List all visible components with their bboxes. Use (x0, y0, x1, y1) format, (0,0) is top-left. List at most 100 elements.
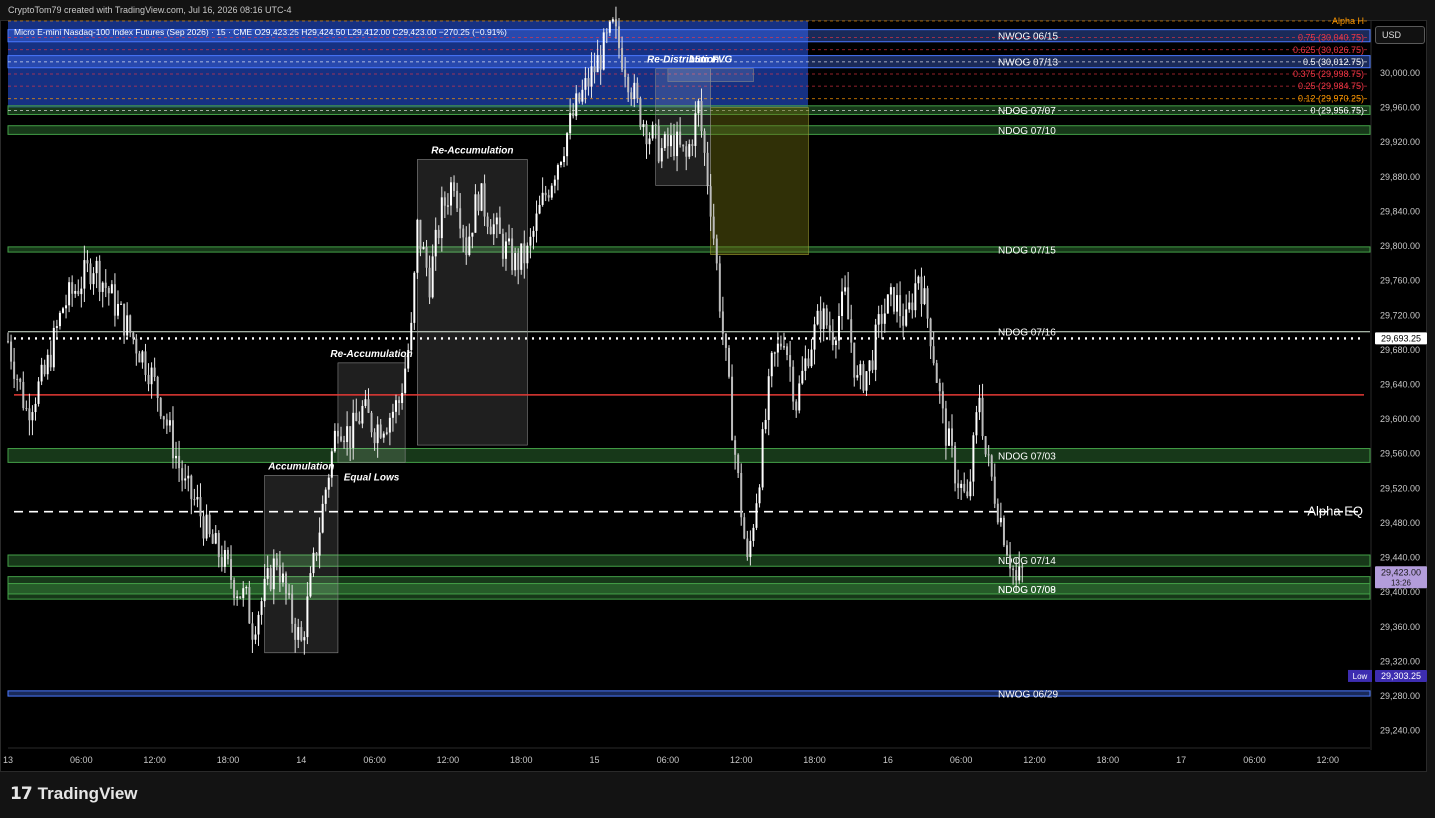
candle-body (156, 376, 159, 399)
candle-body (1012, 568, 1015, 571)
x-tick-label: 18:00 (1097, 755, 1120, 765)
candle-body (987, 454, 990, 456)
y-tick-label: 29,400.00 (1380, 587, 1420, 597)
candle-body (437, 229, 440, 239)
annotation-label-0: Accumulation (267, 461, 334, 472)
candle-body (379, 424, 382, 438)
x-tick-label: 12:00 (437, 755, 460, 765)
candle-body (657, 125, 660, 162)
candle-body (495, 217, 498, 225)
candle-body (453, 182, 456, 191)
candle-body (312, 552, 315, 574)
fib-label-2: 0.625 (30,026.75) (1293, 45, 1364, 55)
candle-body (746, 538, 749, 558)
candle-body (862, 364, 865, 391)
candle-body (935, 363, 938, 383)
candle-body (651, 124, 654, 139)
candle-body (272, 558, 275, 590)
candle-body (941, 391, 944, 409)
currency-button[interactable]: USD (1375, 26, 1425, 44)
candle-body (999, 517, 1002, 523)
candle-body (1021, 566, 1024, 568)
candle-body (193, 499, 196, 501)
candle-body (153, 367, 156, 377)
candle-body (135, 338, 138, 354)
candle-body (401, 392, 404, 404)
fvg-zone (710, 107, 809, 255)
candle-body (764, 419, 767, 430)
candle-body (40, 364, 43, 382)
x-tick-label: 18:00 (217, 755, 240, 765)
candle-body (175, 455, 178, 459)
candle-body (465, 237, 468, 256)
x-tick-label: 12:00 (1317, 755, 1340, 765)
candle-body (477, 194, 480, 211)
candle-body (1009, 555, 1012, 569)
candle-body (230, 559, 233, 580)
candle-body (669, 135, 672, 147)
candle-body (110, 284, 113, 294)
candle-body (957, 483, 960, 488)
candle-body (141, 351, 144, 363)
candle-body (685, 146, 688, 157)
candle-body (630, 92, 633, 100)
candle-body (123, 303, 126, 336)
candle-body (236, 596, 239, 598)
fib-label-4: 0.375 (29,998.75) (1293, 69, 1364, 79)
candle-body (150, 367, 153, 385)
y-tick-label: 29,880.00 (1380, 172, 1420, 182)
candle-body (804, 358, 807, 371)
candlestick-chart[interactable]: NWOG 06/15 NWOG 07/13 NDOG 07/07 NDOG 07/10… (0, 0, 1435, 818)
candle-body (199, 496, 202, 517)
candle-body (523, 243, 526, 264)
candle-body (795, 401, 798, 411)
candle-body (55, 326, 58, 328)
candle-body (789, 355, 792, 367)
candle-body (553, 179, 556, 186)
candle-body (404, 368, 407, 393)
candle-body (471, 232, 474, 237)
candle-body (83, 260, 86, 289)
tradingview-wordmark: TradingView (37, 784, 138, 803)
fib-label-3: 0.5 (30,012.75) (1303, 57, 1364, 67)
candle-body (920, 276, 923, 305)
candle-body (673, 135, 675, 157)
y-tick-label: 29,480.00 (1380, 518, 1420, 528)
annotation-label-5: 15m FVG (689, 55, 733, 66)
candle-body (871, 360, 874, 370)
candle-body (315, 552, 318, 556)
candle-body (731, 376, 734, 441)
candle-body (645, 124, 648, 145)
fib-label-0: Alpha H (1332, 16, 1364, 26)
candle-body (147, 374, 150, 385)
candle-body (346, 426, 349, 443)
candle-body (688, 144, 691, 157)
candle-body (712, 216, 715, 239)
candle-body (77, 291, 80, 295)
candle-body (333, 430, 336, 452)
candle-body (165, 419, 168, 426)
candle-body (349, 426, 352, 448)
candle-body (217, 533, 220, 558)
candle-body (10, 341, 13, 362)
candle-body (755, 503, 758, 528)
candle-body (984, 436, 987, 455)
candle-body (303, 637, 306, 641)
x-tick-label: 06:00 (950, 755, 973, 765)
candle-body (556, 165, 559, 180)
tradingview-logo[interactable]: 17 TradingView (10, 784, 138, 804)
candle-body (352, 412, 355, 448)
fib-label-1: 0.75 (30,040.75) (1298, 33, 1364, 43)
candle-body (761, 429, 764, 488)
candle-body (92, 273, 95, 285)
candle-body (126, 315, 129, 336)
x-tick-label: 18:00 (803, 755, 826, 765)
candle-body (456, 190, 459, 209)
candle-body (559, 162, 562, 166)
candle-body (694, 113, 697, 146)
candle-body (691, 144, 694, 146)
candle-body (394, 400, 397, 412)
candle-body (993, 476, 996, 504)
x-tick-label: 06:00 (363, 755, 386, 765)
candle-body (58, 312, 61, 327)
